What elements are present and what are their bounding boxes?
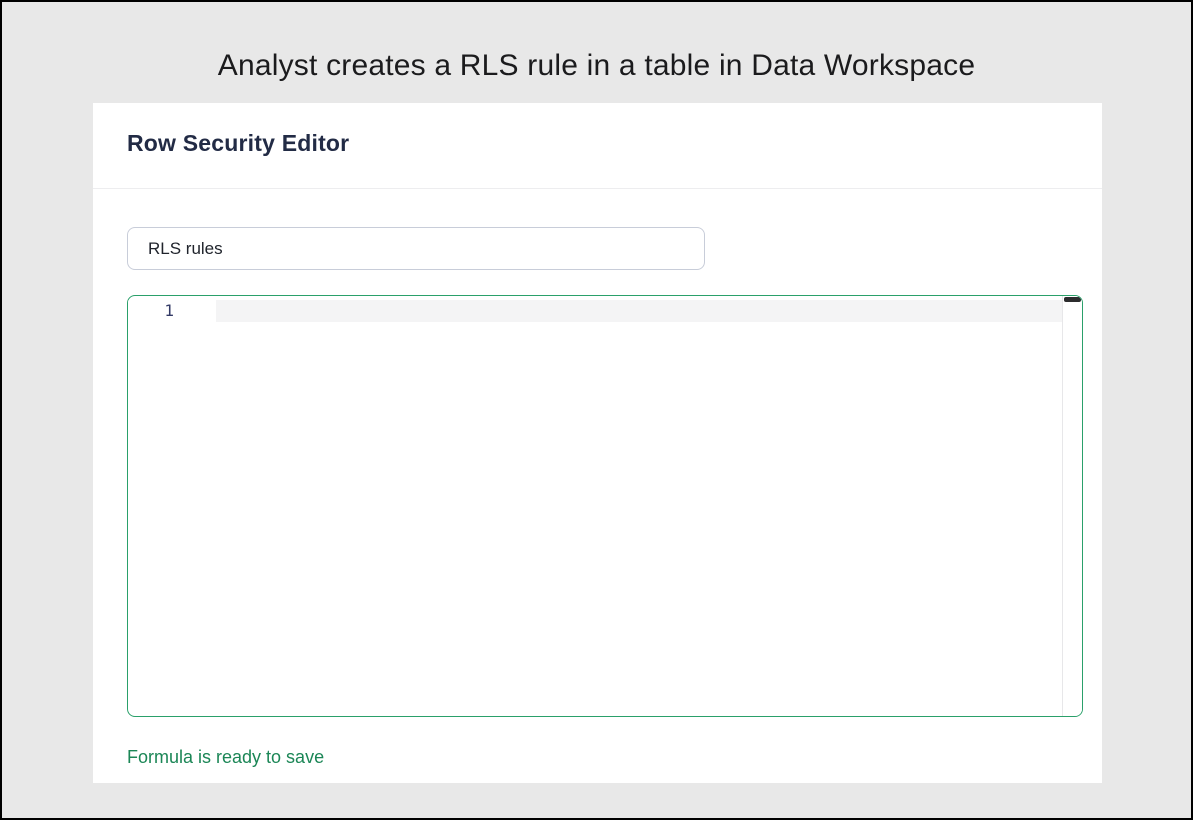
row-security-editor-panel: Row Security Editor 1 Country = ts_var (…: [93, 103, 1102, 783]
line-number-gutter: 1: [128, 300, 216, 322]
status-message: Formula is ready to save: [127, 747, 324, 768]
scrollbar-track[interactable]: [1062, 296, 1082, 716]
line-number: 1: [164, 301, 174, 320]
formula-code-editor[interactable]: 1 Country = ts_var (country_rls_var) and…: [127, 295, 1083, 717]
scrollbar-thumb[interactable]: [1064, 297, 1081, 302]
code-line-row: 1 Country = ts_var (country_rls_var) and…: [128, 296, 1082, 322]
screenshot-frame: Analyst creates a RLS rule in a table in…: [0, 0, 1193, 820]
header-divider: [93, 188, 1102, 189]
code-line[interactable]: Country = ts_var (country_rls_var) and P…: [216, 300, 1063, 322]
rule-name-input[interactable]: [127, 227, 705, 270]
page-title: Analyst creates a RLS rule in a table in…: [2, 49, 1191, 83]
panel-heading: Row Security Editor: [127, 130, 349, 157]
